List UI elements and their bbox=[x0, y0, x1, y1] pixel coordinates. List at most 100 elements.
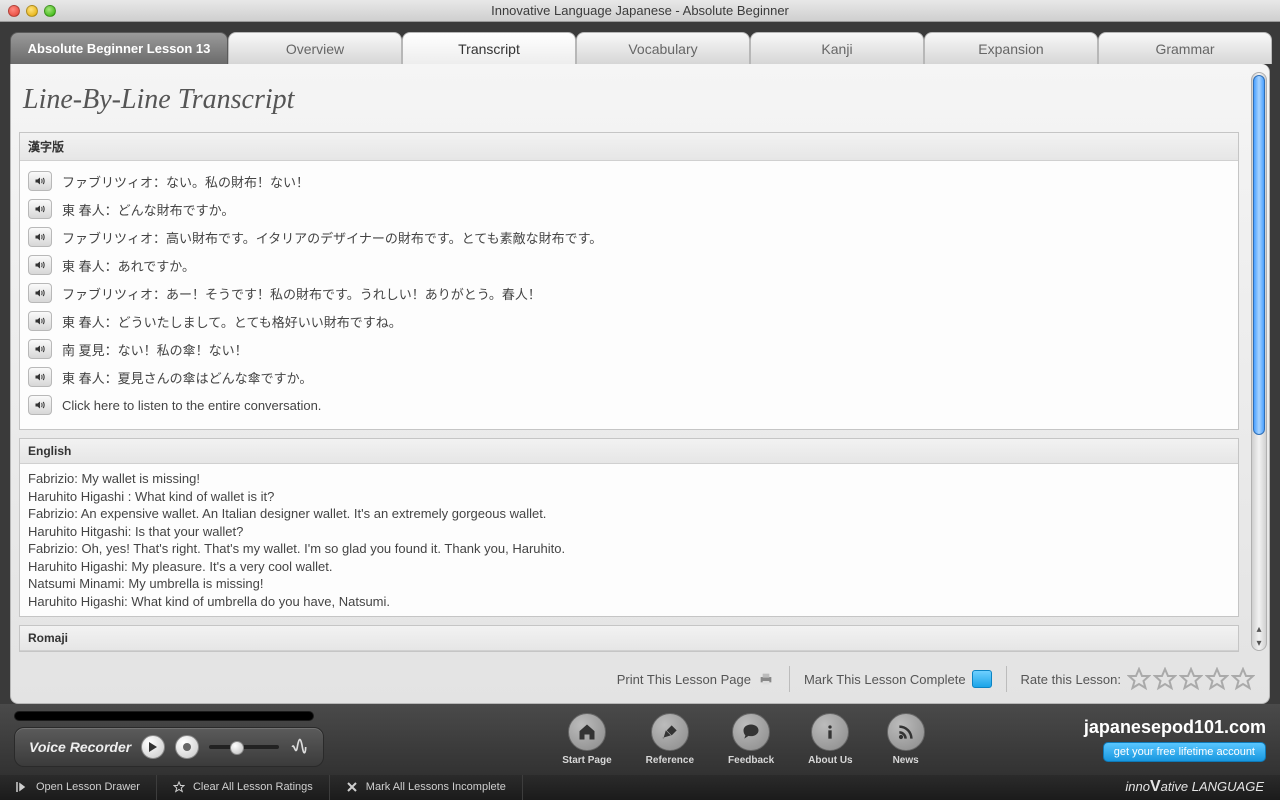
status-bar: Open Lesson Drawer Clear All Lesson Rati… bbox=[0, 775, 1280, 800]
play-button[interactable] bbox=[141, 735, 165, 759]
transcript-line: ファブリツィオ：あー！そうです！私の財布です。うれしい！ありがとう。春人！ bbox=[28, 279, 1230, 307]
tab-transcript[interactable]: Transcript bbox=[402, 32, 576, 64]
english-line: Haruhito Higashi : What kind of wallet i… bbox=[28, 488, 1230, 506]
print-lesson-label: Print This Lesson Page bbox=[617, 672, 751, 687]
rate-star-1[interactable] bbox=[1127, 667, 1151, 691]
transcript-line: 東 春人：どんな財布ですか。 bbox=[28, 195, 1230, 223]
rss-icon bbox=[896, 722, 916, 742]
transcript-line: 東 春人：あれですか。 bbox=[28, 251, 1230, 279]
transcript-text: ファブリツィオ：ない。私の財布！ない！ bbox=[62, 172, 309, 191]
lesson-indicator-tab: Absolute Beginner Lesson 13 bbox=[10, 32, 228, 64]
nav-icons: Start Page Reference Feedback About Us N… bbox=[562, 713, 924, 766]
star-outline-icon bbox=[173, 781, 185, 793]
transcript-text: 東 春人：どういたしまして。とても格好いい財布ですね。 bbox=[62, 312, 402, 331]
nav-news[interactable]: News bbox=[887, 713, 925, 766]
nav-reference[interactable]: Reference bbox=[646, 713, 694, 766]
play-line-button[interactable] bbox=[28, 199, 52, 219]
transcript-text: 東 春人：あれですか。 bbox=[62, 256, 195, 275]
close-window-button[interactable] bbox=[8, 5, 20, 17]
nav-label: News bbox=[893, 755, 919, 766]
english-line: Natsumi Minami: My umbrella is missing! bbox=[28, 575, 1230, 593]
nav-about[interactable]: About Us bbox=[808, 713, 852, 766]
page-heading: Line-By-Line Transcript bbox=[19, 72, 1239, 132]
nav-label: Feedback bbox=[728, 755, 774, 766]
voice-recorder-label: Voice Recorder bbox=[29, 739, 131, 755]
speech-bubble-icon bbox=[741, 722, 761, 742]
transcript-line: ファブリツィオ：ない。私の財布！ない！ bbox=[28, 167, 1230, 195]
rate-star-4[interactable] bbox=[1205, 667, 1229, 691]
print-lesson-button[interactable]: Print This Lesson Page bbox=[617, 671, 775, 687]
record-button[interactable] bbox=[175, 735, 199, 759]
rate-star-5[interactable] bbox=[1231, 667, 1255, 691]
window-titlebar: Innovative Language Japanese - Absolute … bbox=[0, 0, 1280, 22]
record-icon bbox=[182, 742, 192, 752]
play-line-button[interactable] bbox=[28, 339, 52, 359]
transcript-text: ファブリツィオ：高い財布です。イタリアのデザイナーの財布です。とても素敵な財布で… bbox=[62, 228, 602, 247]
zoom-window-button[interactable] bbox=[44, 5, 56, 17]
open-lesson-drawer-button[interactable]: Open Lesson Drawer bbox=[0, 775, 157, 800]
english-line: Fabrizio: Oh, yes! That's right. That's … bbox=[28, 540, 1230, 558]
volume-slider[interactable] bbox=[209, 745, 279, 749]
transcript-line: ファブリツィオ：高い財布です。イタリアのデザイナーの財布です。とても素敵な財布で… bbox=[28, 223, 1230, 251]
checkbox-icon bbox=[972, 670, 992, 688]
divider bbox=[789, 666, 790, 692]
brand-box: japanesepod101.com get your free lifetim… bbox=[1084, 717, 1266, 762]
nav-label: About Us bbox=[808, 755, 852, 766]
playback-progress[interactable] bbox=[14, 711, 314, 721]
play-line-button[interactable] bbox=[28, 227, 52, 247]
clear-ratings-button[interactable]: Clear All Lesson Ratings bbox=[157, 775, 330, 800]
rate-star-3[interactable] bbox=[1179, 667, 1203, 691]
pen-icon bbox=[660, 722, 680, 742]
transcript-line: Click here to listen to the entire conve… bbox=[28, 391, 1230, 419]
printer-icon bbox=[757, 671, 775, 687]
nav-feedback[interactable]: Feedback bbox=[728, 713, 774, 766]
nav-start-page[interactable]: Start Page bbox=[562, 713, 611, 766]
tab-vocabulary[interactable]: Vocabulary bbox=[576, 32, 750, 64]
transcript-text: 東 春人：どんな財布ですか。 bbox=[62, 200, 234, 219]
transcript-line: 東 春人：夏見さんの傘はどんな傘ですか。 bbox=[28, 363, 1230, 391]
rate-lesson-group: Rate this Lesson: bbox=[1021, 667, 1255, 691]
sound-wave-icon bbox=[289, 737, 309, 757]
tab-overview[interactable]: Overview bbox=[228, 32, 402, 64]
mark-complete-button[interactable]: Mark This Lesson Complete bbox=[804, 670, 992, 688]
scroll-down-arrow-icon[interactable]: ▾ bbox=[1252, 636, 1266, 650]
mark-complete-label: Mark This Lesson Complete bbox=[804, 672, 966, 687]
scrollbar-thumb[interactable] bbox=[1253, 75, 1265, 435]
footer-brand: innoVative LANGUAGE bbox=[1109, 778, 1280, 796]
transcript-line: 東 春人：どういたしまして。とても格好いい財布ですね。 bbox=[28, 307, 1230, 335]
free-account-button[interactable]: get your free lifetime account bbox=[1103, 742, 1266, 762]
tab-grammar[interactable]: Grammar bbox=[1098, 32, 1272, 64]
play-line-button[interactable] bbox=[28, 171, 52, 191]
minimize-window-button[interactable] bbox=[26, 5, 38, 17]
divider bbox=[1006, 666, 1007, 692]
mark-incomplete-button[interactable]: Mark All Lessons Incomplete bbox=[330, 775, 523, 800]
toolbar: Voice Recorder Start Page Reference Feed… bbox=[0, 704, 1280, 775]
rate-star-2[interactable] bbox=[1153, 667, 1177, 691]
vertical-scrollbar[interactable]: ▴ ▾ bbox=[1251, 72, 1267, 651]
scroll-up-arrow-icon[interactable]: ▴ bbox=[1252, 622, 1266, 636]
status-label: Open Lesson Drawer bbox=[36, 781, 140, 793]
tab-kanji[interactable]: Kanji bbox=[750, 32, 924, 64]
play-line-button[interactable] bbox=[28, 367, 52, 387]
nav-label: Start Page bbox=[562, 755, 611, 766]
kanji-block-title: 漢字版 bbox=[20, 133, 1238, 161]
play-line-button[interactable] bbox=[28, 311, 52, 331]
play-line-button[interactable] bbox=[28, 283, 52, 303]
tab-expansion[interactable]: Expansion bbox=[924, 32, 1098, 64]
voice-recorder: Voice Recorder bbox=[14, 727, 324, 767]
transcript-text[interactable]: Click here to listen to the entire conve… bbox=[62, 398, 321, 413]
nav-label: Reference bbox=[646, 755, 694, 766]
brand-site: japanesepod101.com bbox=[1084, 717, 1266, 738]
tab-bar: Absolute Beginner Lesson 13 Overview Tra… bbox=[10, 32, 1270, 64]
transcript-line: 南 夏見：ない！私の傘！ない！ bbox=[28, 335, 1230, 363]
content-panel: Line-By-Line Transcript 漢字版 ファブリツィオ：ない。私… bbox=[10, 64, 1270, 704]
romaji-block-title: Romaji bbox=[20, 626, 1238, 651]
play-line-button[interactable] bbox=[28, 255, 52, 275]
transcript-text: 東 春人：夏見さんの傘はどんな傘ですか。 bbox=[62, 368, 312, 387]
status-label: Mark All Lessons Incomplete bbox=[366, 781, 506, 793]
drawer-icon bbox=[16, 781, 28, 793]
play-line-button[interactable] bbox=[28, 395, 52, 415]
english-block-title: English bbox=[20, 439, 1238, 464]
transcript-text: 南 夏見：ない！私の傘！ない！ bbox=[62, 340, 248, 359]
info-icon bbox=[820, 722, 840, 742]
